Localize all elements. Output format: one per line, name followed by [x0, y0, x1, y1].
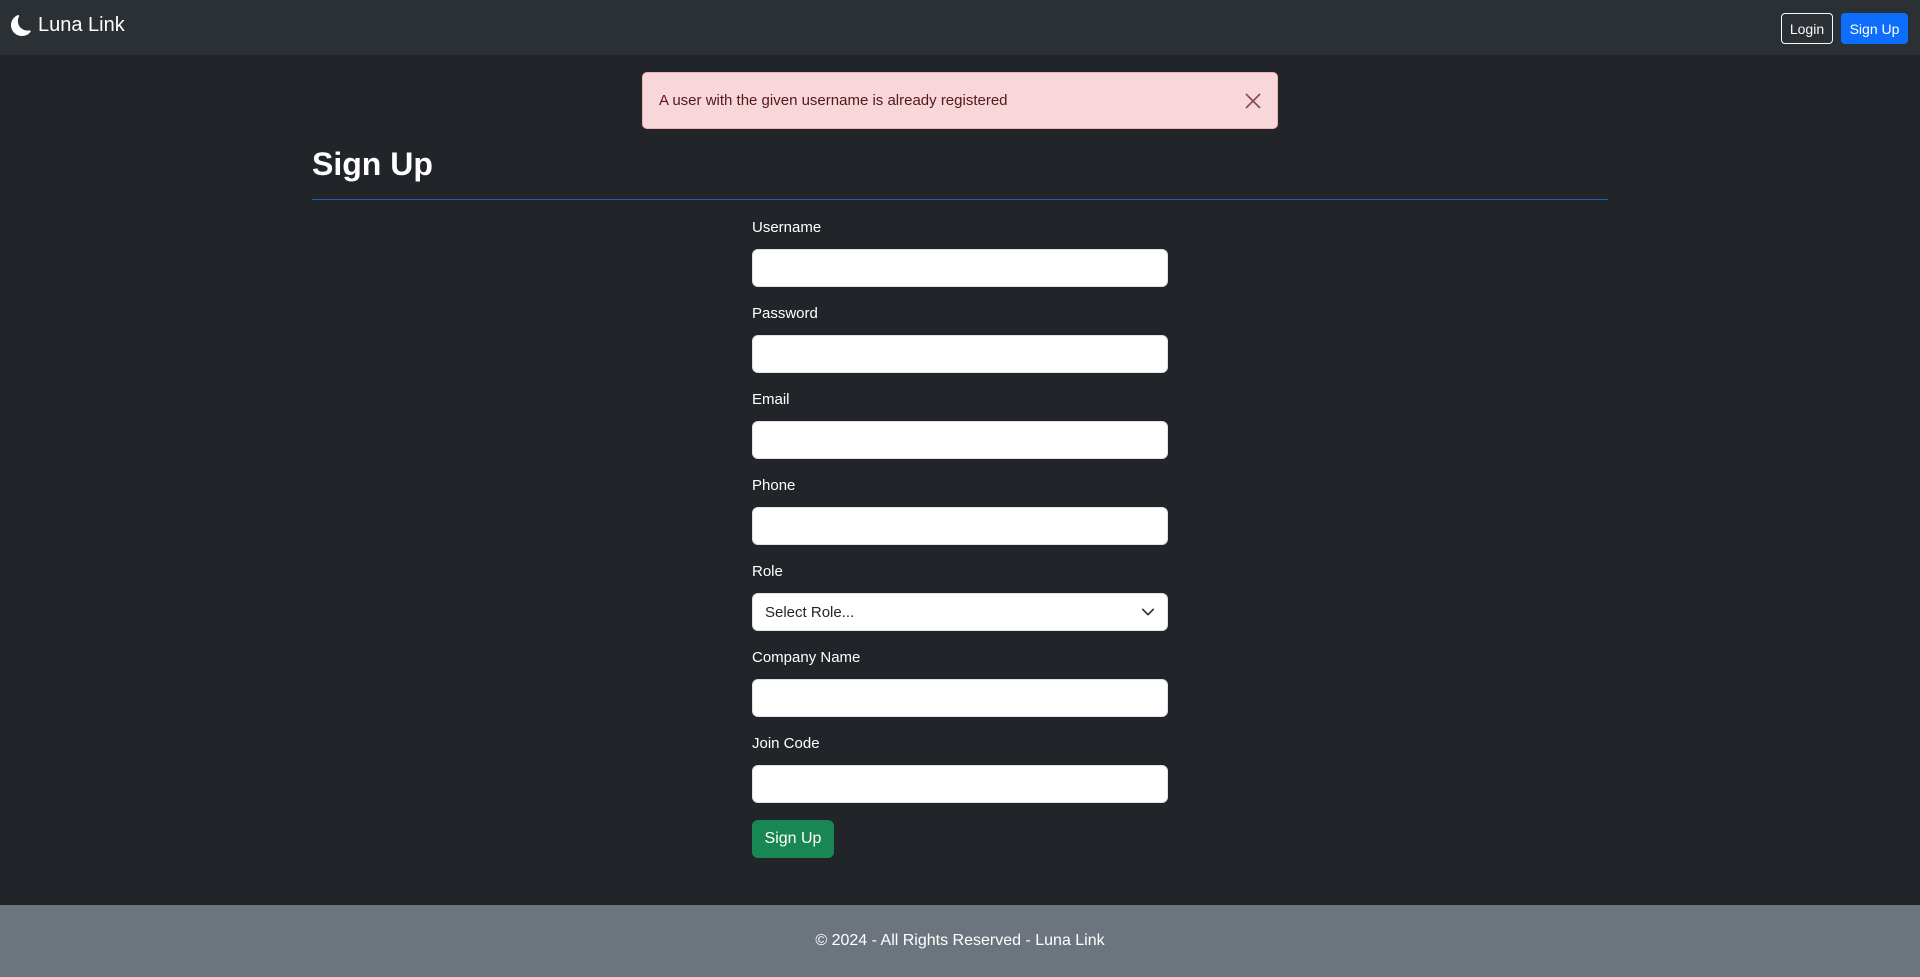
email-group: Email [752, 390, 1168, 476]
join-code-label: Join Code [752, 735, 820, 752]
password-label: Password [752, 305, 818, 322]
moon-icon [11, 15, 31, 36]
join-code-input[interactable] [752, 765, 1168, 803]
company-name-group: Company Name [752, 648, 1168, 734]
close-icon[interactable] [1243, 91, 1263, 111]
phone-label: Phone [752, 477, 796, 494]
login-button[interactable]: Login [1781, 13, 1833, 44]
phone-input[interactable] [752, 507, 1168, 545]
page-title: Sign Up [312, 146, 433, 182]
email-label: Email [752, 391, 790, 408]
company-name-label: Company Name [752, 649, 861, 666]
role-select[interactable]: Select Role... [752, 593, 1168, 631]
join-code-group: Join Code [752, 734, 1168, 820]
password-input[interactable] [752, 335, 1168, 373]
footer-text: © 2024 - All Rights Reserved - Luna Link [815, 932, 1105, 949]
username-input[interactable] [752, 249, 1168, 287]
company-name-input[interactable] [752, 679, 1168, 717]
phone-group: Phone [752, 476, 1168, 562]
brand-link[interactable]: Luna Link [11, 14, 125, 37]
email-input[interactable] [752, 421, 1168, 459]
signup-submit-button[interactable]: Sign Up [752, 820, 834, 858]
username-group: Username [752, 218, 1168, 304]
title-divider [312, 199, 1608, 200]
brand-name: Luna Link [38, 14, 125, 36]
password-group: Password [752, 304, 1168, 390]
alert-message: A user with the given username is alread… [659, 92, 1008, 109]
footer: © 2024 - All Rights Reserved - Luna Link [0, 905, 1920, 977]
role-group: Role Select Role... [752, 562, 1168, 648]
signup-form: Username Password Email Phone Role Selec… [752, 218, 1168, 858]
navbar: Luna Link Login Sign Up [0, 0, 1920, 55]
role-label: Role [752, 563, 783, 580]
signup-nav-button[interactable]: Sign Up [1841, 13, 1908, 44]
chevron-down-icon [1141, 608, 1155, 616]
role-selected-value: Select Role... [765, 603, 855, 621]
error-alert: A user with the given username is alread… [642, 72, 1278, 129]
username-label: Username [752, 219, 822, 236]
